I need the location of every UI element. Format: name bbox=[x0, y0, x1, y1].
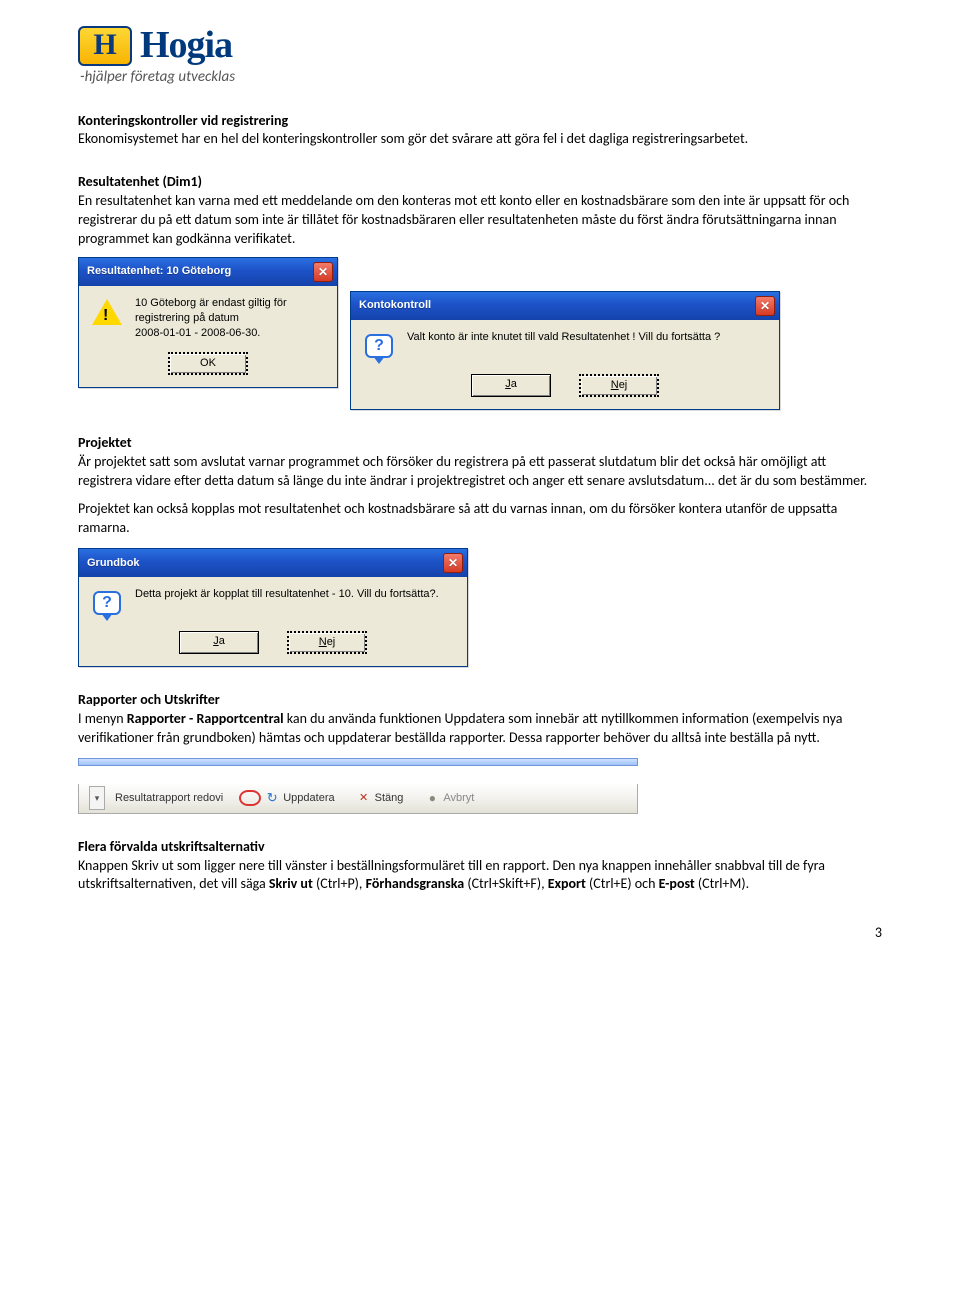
no-button[interactable]: Nej bbox=[579, 374, 659, 397]
section-projektet: Projektet Är projektet satt som avslutat… bbox=[78, 434, 882, 538]
highlight-circle bbox=[239, 790, 261, 806]
para-projektet-2: Projektet kan också kopplas mot resultat… bbox=[78, 500, 882, 538]
warning-icon bbox=[91, 296, 123, 328]
globe-icon bbox=[425, 791, 439, 805]
stang-label: Stäng bbox=[375, 791, 404, 806]
text: (Ctrl+P), bbox=[313, 875, 366, 892]
para-rapporter: I menyn Rapporter - Rapportcentral kan d… bbox=[78, 710, 882, 748]
dropdown-toggle[interactable]: ▾ bbox=[89, 786, 105, 810]
dlg1-msg-line3: 2008-01-01 - 2008-06-30. bbox=[135, 326, 287, 341]
avbryt-button[interactable]: Avbryt bbox=[419, 791, 480, 806]
heading-projektet: Projektet bbox=[78, 434, 882, 453]
logo-tagline: -hjälper företag utvecklas bbox=[80, 67, 882, 87]
dialog-grundbok: Grundbok ✕ ? Detta projekt är kopplat ti… bbox=[78, 548, 468, 667]
close-icon[interactable]: ✕ bbox=[313, 262, 333, 282]
dlg2-msg: Valt konto är inte knutet till vald Resu… bbox=[407, 330, 720, 345]
toolbar-rapport-text: Resultatrapport redovi bbox=[115, 791, 223, 806]
title-resultatenhet: Resultatenhet: 10 Göteborg bbox=[87, 264, 231, 279]
text-bold: Förhandsgranska bbox=[366, 875, 465, 892]
uppdatera-label: Uppdatera bbox=[283, 791, 334, 806]
close-icon[interactable]: ✕ bbox=[755, 296, 775, 316]
text-bold: Rapporter - Rapportcentral bbox=[127, 710, 284, 727]
toolbar-top bbox=[78, 758, 638, 766]
dialogs-row-1: Resultatenhet: 10 Göteborg ✕ 10 Göteborg… bbox=[78, 257, 882, 410]
section-rapporter: Rapporter och Utskrifter I menyn Rapport… bbox=[78, 691, 882, 748]
dlg1-msg-line2: registrering på datum bbox=[135, 311, 287, 326]
title-grundbok: Grundbok bbox=[87, 556, 140, 571]
uppdatera-button[interactable]: Uppdatera bbox=[233, 790, 340, 806]
titlebar-grundbok: Grundbok ✕ bbox=[79, 549, 467, 577]
para-resultatenhet: En resultatenhet kan varna med ett medde… bbox=[78, 192, 882, 249]
text-bold: Export bbox=[548, 875, 586, 892]
logo-mark: H bbox=[78, 26, 132, 66]
page-number: 3 bbox=[78, 924, 882, 943]
titlebar-kontokontroll: Kontokontroll ✕ bbox=[351, 292, 779, 320]
section-resultatenhet: Resultatenhet (Dim1) En resultatenhet ka… bbox=[78, 173, 882, 249]
close-icon bbox=[357, 791, 371, 805]
question-icon: ? bbox=[91, 587, 123, 619]
yes-button[interactable]: Ja bbox=[179, 631, 259, 654]
refresh-icon bbox=[265, 791, 279, 805]
text: (Ctrl+M). bbox=[695, 875, 749, 892]
toolbar-strip: ▾ Resultatrapport redovi Uppdatera Stäng… bbox=[78, 758, 638, 814]
stang-button[interactable]: Stäng bbox=[351, 791, 410, 806]
text: (Ctrl+Skift+F), bbox=[464, 875, 548, 892]
para-utskrift: Knappen Skriv ut som ligger nere till vä… bbox=[78, 857, 882, 895]
close-icon[interactable]: ✕ bbox=[443, 553, 463, 573]
text: (Ctrl+E) och bbox=[586, 875, 659, 892]
question-icon: ? bbox=[363, 330, 395, 362]
para-projektet-1: Är projektet satt som avslutat varnar pr… bbox=[78, 453, 882, 491]
section-kontering: Konteringskontroller vid registrering Ek… bbox=[78, 112, 882, 150]
text-bold: Skriv ut bbox=[269, 875, 313, 892]
heading-resultatenhet: Resultatenhet (Dim1) bbox=[78, 173, 882, 192]
heading-utskrift: Flera förvalda utskriftsalternativ bbox=[78, 838, 882, 857]
ok-button[interactable]: OK bbox=[168, 352, 248, 375]
avbryt-label: Avbryt bbox=[443, 791, 474, 806]
dialog-resultatenhet: Resultatenhet: 10 Göteborg ✕ 10 Göteborg… bbox=[78, 257, 338, 388]
heading-rapporter: Rapporter och Utskrifter bbox=[78, 691, 882, 710]
heading-kontering: Konteringskontroller vid registrering bbox=[78, 112, 882, 131]
yes-button[interactable]: Ja bbox=[471, 374, 551, 397]
para-kontering: Ekonomisystemet har en hel del kontering… bbox=[78, 130, 882, 149]
dialog-kontokontroll: Kontokontroll ✕ ? Valt konto är inte knu… bbox=[350, 291, 780, 410]
dlg3-msg: Detta projekt är kopplat till resultaten… bbox=[135, 587, 439, 602]
title-kontokontroll: Kontokontroll bbox=[359, 298, 431, 313]
logo: H Hogia bbox=[78, 20, 882, 71]
dlg1-msg-line1: 10 Göteborg är endast giltig för bbox=[135, 296, 287, 311]
text-bold: E-post bbox=[659, 875, 695, 892]
section-utskrift: Flera förvalda utskriftsalternativ Knapp… bbox=[78, 838, 882, 895]
titlebar-resultatenhet: Resultatenhet: 10 Göteborg ✕ bbox=[79, 258, 337, 286]
text: I menyn bbox=[78, 710, 127, 727]
no-button[interactable]: Nej bbox=[287, 631, 367, 654]
logo-brand: Hogia bbox=[140, 20, 232, 71]
